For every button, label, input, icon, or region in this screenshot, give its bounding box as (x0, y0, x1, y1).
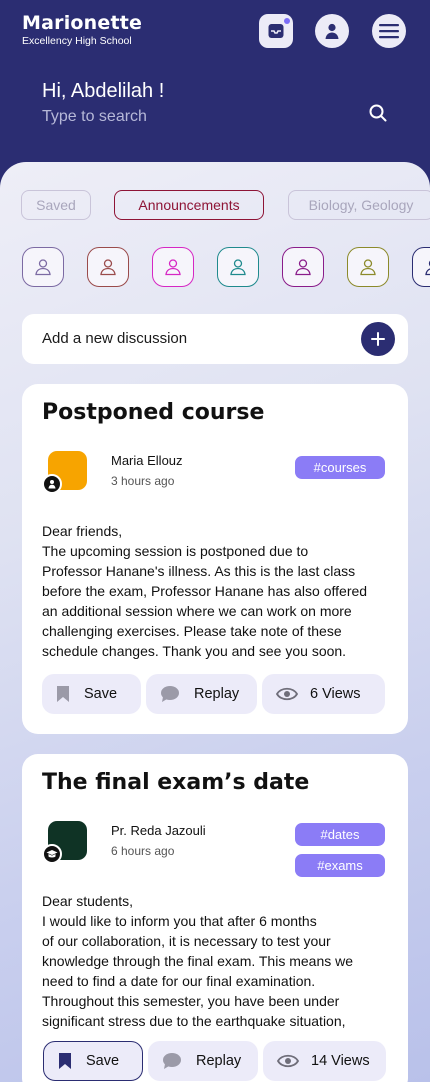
reply-label: Replay (196, 1053, 242, 1069)
inbox-icon (268, 24, 284, 38)
notification-dot (284, 18, 290, 24)
role-badge (42, 844, 62, 864)
user-outline-icon (230, 259, 246, 276)
member-avatar[interactable] (22, 247, 64, 287)
post-time: 6 hours ago (111, 844, 175, 858)
post-body-line: before the exam, Professor Hanane has al… (42, 583, 368, 599)
post-time: 3 hours ago (111, 474, 175, 488)
post-body-line: The upcoming session is postponed due to (42, 543, 309, 559)
views-label: 6 Views (310, 686, 361, 702)
add-discussion-bar[interactable]: Add a new discussion (22, 314, 408, 364)
member-avatar[interactable] (282, 247, 324, 287)
content-panel: Saved Announcements Biology, Geology Add… (0, 162, 430, 1082)
greeting: Hi, Abdelilah ! (42, 80, 165, 102)
post-body-line: Throughout this semester, you have been … (42, 993, 340, 1009)
eye-icon (276, 687, 298, 701)
eye-icon (277, 1054, 299, 1068)
post-body-line: Professor Hanane's illness. As this is t… (42, 563, 356, 579)
member-avatar[interactable] (87, 247, 129, 287)
post-card: The final exam’s date Pr. Reda Jazouli 6… (22, 754, 408, 1082)
app-header: Marionette Excellency High School Hi, Ab… (0, 0, 430, 170)
filter-saved[interactable]: Saved (21, 190, 91, 220)
user-outline-icon (35, 259, 51, 276)
member-avatar[interactable] (217, 247, 259, 287)
user-outline-icon (295, 259, 311, 276)
save-button[interactable]: Save (43, 1041, 143, 1081)
user-outline-icon (165, 259, 181, 276)
tag-exams[interactable]: #exams (295, 854, 385, 877)
profile-button[interactable] (315, 14, 349, 48)
app-name: Marionette (22, 12, 143, 34)
post-card: Postponed course Maria Ellouz 3 hours ag… (22, 384, 408, 734)
tag-dates[interactable]: #dates (295, 823, 385, 846)
member-avatar[interactable] (347, 247, 389, 287)
search-input[interactable]: Type to search (42, 108, 147, 126)
tag-courses[interactable]: #courses (295, 456, 385, 479)
reply-button[interactable]: Replay (148, 1041, 258, 1081)
views-label: 14 Views (311, 1053, 370, 1069)
menu-button[interactable] (372, 14, 406, 48)
views-count: 14 Views (263, 1041, 386, 1081)
save-label: Save (84, 686, 118, 702)
post-body: Dear students, I would like to inform yo… (42, 891, 392, 1031)
add-discussion-button[interactable] (361, 322, 395, 356)
post-body-line: need to find a date for our final examin… (42, 973, 316, 989)
post-body-line: Dear students, (42, 893, 134, 909)
post-body-line: of our collaboration, it is necessary to… (42, 933, 331, 949)
role-badge (42, 474, 62, 494)
post-body-line: knowledge through the final exam. This m… (42, 953, 354, 969)
member-avatar[interactable] (412, 247, 430, 287)
post-body-line: schedule changes. Thank you and see you … (42, 643, 347, 659)
user-outline-icon (425, 260, 430, 276)
hamburger-icon (379, 24, 399, 39)
post-title: The final exam’s date (42, 770, 310, 795)
save-label: Save (86, 1053, 120, 1069)
filter-announcements[interactable]: Announcements (114, 190, 264, 220)
author-name[interactable]: Maria Ellouz (111, 453, 183, 468)
search-icon[interactable] (368, 103, 388, 123)
chat-bubble-icon (161, 686, 179, 702)
member-avatar[interactable] (152, 247, 194, 287)
post-body-line: I would like to inform you that after 6 … (42, 913, 317, 929)
reply-label: Replay (194, 686, 240, 702)
bookmark-filled-icon (59, 1053, 71, 1069)
school-name: Excellency High School (22, 35, 132, 47)
user-outline-icon (360, 259, 376, 276)
save-button[interactable]: Save (42, 674, 141, 714)
bookmark-icon (57, 686, 69, 702)
add-discussion-label: Add a new discussion (42, 330, 188, 347)
plus-icon (371, 332, 385, 346)
post-body: Dear friends, The upcoming session is po… (42, 521, 392, 661)
post-body-line: an additional session where we can work … (42, 603, 352, 619)
reply-button[interactable]: Replay (146, 674, 257, 714)
filter-biology-geology[interactable]: Biology, Geology (288, 190, 430, 220)
views-count: 6 Views (262, 674, 385, 714)
post-body-line: Dear friends, (42, 523, 123, 539)
user-icon (325, 23, 339, 39)
brand: Marionette Excellency High School (22, 12, 142, 47)
chat-bubble-icon (163, 1053, 181, 1069)
graduation-cap-icon (46, 850, 58, 858)
post-title: Postponed course (42, 400, 265, 425)
post-body-line: challenging exercises. Please take note … (42, 623, 342, 639)
person-icon (48, 480, 56, 489)
user-outline-icon (100, 259, 116, 276)
author-name[interactable]: Pr. Reda Jazouli (111, 823, 206, 838)
inbox-button[interactable] (259, 14, 293, 48)
post-body-line: significant stress due to the earthquake… (42, 1013, 346, 1029)
